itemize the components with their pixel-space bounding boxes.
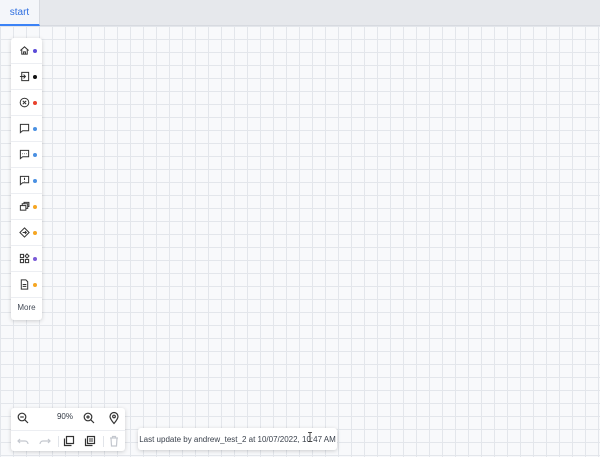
delete-button[interactable] [107, 434, 121, 448]
palette-dot [33, 49, 37, 53]
palette-more-label: More [17, 303, 36, 312]
palette-item-enter[interactable] [11, 64, 42, 90]
palette-item-message[interactable] [11, 116, 42, 142]
palette-dot [33, 283, 37, 287]
redo-button[interactable] [38, 434, 52, 448]
widgets-icon [19, 253, 30, 264]
flow-canvas[interactable] [0, 26, 600, 457]
zoom-in-button[interactable] [82, 411, 96, 425]
palette-dot [33, 101, 37, 105]
edit-row [11, 430, 125, 451]
copy-button[interactable] [62, 434, 76, 448]
enter-icon [19, 71, 30, 82]
undo-button[interactable] [16, 434, 30, 448]
node-palette: More [11, 38, 42, 320]
text-cursor-icon [308, 432, 312, 442]
message-icon [19, 123, 30, 134]
palette-dot [33, 179, 37, 183]
zoom-toolbar: 90% [11, 408, 125, 451]
delete-icon [110, 435, 118, 447]
document-icon [20, 279, 29, 290]
zoom-level: 90% [56, 412, 73, 421]
paste-icon [84, 435, 96, 447]
message-alert-icon [19, 175, 30, 186]
palette-item-cards[interactable] [11, 194, 42, 220]
location-icon [109, 411, 119, 425]
toolbar-divider [103, 436, 104, 447]
palette-dot [33, 127, 37, 131]
tab-start[interactable]: start [0, 0, 40, 26]
palette-dot [33, 257, 37, 261]
home-icon [20, 46, 29, 55]
zoom-in-icon [83, 412, 95, 424]
palette-more-button[interactable]: More [11, 298, 42, 317]
tab-start-label: start [9, 6, 30, 18]
diamond-icon [19, 227, 30, 238]
palette-item-widgets[interactable] [11, 246, 42, 272]
tab-bar: start [0, 0, 600, 26]
palette-item-condition[interactable] [11, 220, 42, 246]
close-circle-icon [19, 97, 30, 108]
palette-item-close[interactable] [11, 90, 42, 116]
palette-item-document[interactable] [11, 272, 42, 298]
toolbar-divider [58, 436, 59, 447]
palette-item-home[interactable] [11, 38, 42, 64]
palette-dot [33, 205, 37, 209]
zoom-row: 90% [11, 408, 125, 428]
palette-item-message-alert[interactable] [11, 168, 42, 194]
zoom-out-icon [17, 412, 29, 424]
message-text-icon [19, 149, 30, 160]
copy-icon [63, 435, 75, 447]
redo-icon [39, 438, 51, 445]
palette-dot [33, 75, 37, 79]
locate-button[interactable] [107, 411, 121, 425]
cards-icon [19, 201, 30, 211]
undo-icon [17, 438, 29, 445]
palette-dot [33, 231, 37, 235]
paste-button[interactable] [83, 434, 97, 448]
zoom-out-button[interactable] [16, 411, 30, 425]
palette-item-message-text[interactable] [11, 142, 42, 168]
palette-dot [33, 153, 37, 157]
